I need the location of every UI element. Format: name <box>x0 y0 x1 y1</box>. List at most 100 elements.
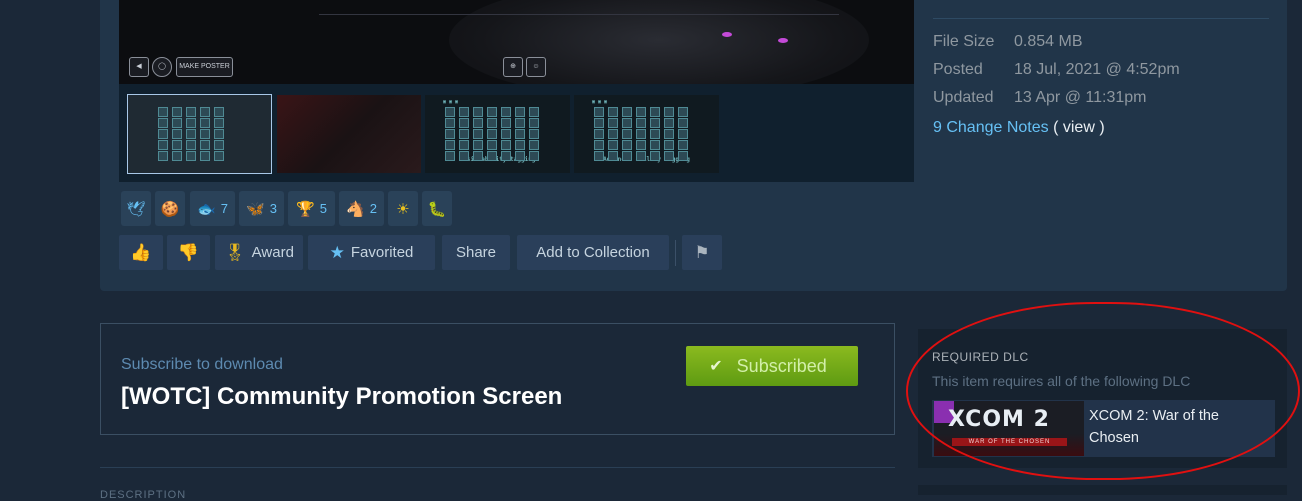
ability-slot <box>501 129 511 139</box>
video-horizon <box>319 14 839 15</box>
posted-row: Posted 18 Jul, 2021 @ 4:52pm <box>933 56 1180 84</box>
trophy-award-icon: 🏆 <box>296 200 315 218</box>
favorite-star-icon: ★ <box>329 242 345 262</box>
ability-slot <box>487 151 497 161</box>
ability-slot <box>487 140 497 150</box>
award-wings[interactable]: 🦋 3 <box>239 191 284 226</box>
ability-slot <box>608 151 618 161</box>
add-user-icon[interactable]: ⊕ <box>503 57 523 77</box>
ability-slot <box>622 118 632 128</box>
ability-slot <box>186 107 196 117</box>
award-button[interactable]: 🎖 Award <box>215 235 303 270</box>
ability-slot <box>445 118 455 128</box>
ability-slot <box>186 151 196 161</box>
favorited-button[interactable]: ★ Favorited <box>308 235 435 270</box>
file-size-row: File Size 0.854 MB <box>933 28 1180 56</box>
ability-slot <box>172 118 182 128</box>
ability-slot <box>487 107 497 117</box>
award-count: 7 <box>220 201 228 216</box>
ability-slot <box>664 129 674 139</box>
worm-award-icon: 🐛 <box>427 200 447 218</box>
ability-slot <box>636 118 646 128</box>
subscribe-label: Subscribe to download <box>121 356 283 373</box>
thumbs-up-icon: 👍 <box>130 242 152 262</box>
share-button[interactable]: Share <box>442 235 510 270</box>
ability-slot <box>608 140 618 150</box>
next-panel <box>918 485 1287 495</box>
ability-slot <box>445 140 455 150</box>
ability-slot <box>650 129 660 139</box>
ability-slot <box>186 129 196 139</box>
posted-label: Posted <box>933 61 983 78</box>
thumbnail-2[interactable] <box>277 95 421 173</box>
report-button[interactable]: ⚑ <box>682 235 722 270</box>
thumbs-up-button[interactable]: 👍 <box>119 235 163 270</box>
subscribed-button[interactable]: ✔ Subscribed <box>686 346 858 386</box>
award-fish[interactable]: 🐟 7 <box>190 191 235 226</box>
award-trophy[interactable]: 🏆 5 <box>288 191 335 226</box>
ability-slot <box>608 107 618 117</box>
change-notes-link[interactable]: 9 Change Notes <box>933 119 1049 136</box>
thumbnail-3[interactable]: ▣ ▣ ▣ Basic ability tagging <box>425 95 570 173</box>
ability-slot <box>172 151 182 161</box>
ability-slot <box>515 129 525 139</box>
ability-slot <box>608 118 618 128</box>
ability-slot <box>214 118 224 128</box>
ability-slot <box>473 129 483 139</box>
award-cookie[interactable]: 🍪 <box>155 191 185 226</box>
ability-slot <box>650 107 660 117</box>
ability-slot <box>650 151 660 161</box>
ability-slot <box>594 151 604 161</box>
ability-slot <box>158 107 168 117</box>
ability-slot <box>445 151 455 161</box>
award-sun[interactable]: ☀ <box>388 191 418 226</box>
add-to-collection-button[interactable]: Add to Collection <box>517 235 669 270</box>
ability-slot <box>664 151 674 161</box>
favorited-button-label: Favorited <box>350 244 414 261</box>
ability-slot <box>515 151 525 161</box>
thumbnail-1[interactable] <box>127 94 272 174</box>
ability-slot <box>529 129 539 139</box>
ability-slot <box>158 129 168 139</box>
ability-slot <box>459 151 469 161</box>
ability-slot <box>172 129 182 139</box>
view-link[interactable]: ( view ) <box>1053 119 1105 136</box>
ability-slot <box>501 140 511 150</box>
award-horse[interactable]: 🐴 2 <box>339 191 384 226</box>
ability-slot <box>636 151 646 161</box>
thumbs-down-button[interactable]: 👎 <box>167 235 210 270</box>
award-ribbon-icon: 🎖 <box>224 242 246 262</box>
file-size-label: File Size <box>933 33 995 50</box>
ability-slot <box>678 107 688 117</box>
ability-slot <box>594 118 604 128</box>
ability-slot <box>529 151 539 161</box>
award-count: 2 <box>369 201 377 216</box>
prev-icon[interactable]: ◀ <box>129 57 149 77</box>
make-poster-button[interactable]: MAKE POSTER <box>176 57 233 77</box>
ability-slot <box>214 107 224 117</box>
ability-slot <box>664 118 674 128</box>
award-dove[interactable]: 🕊 <box>121 191 151 226</box>
users-icon[interactable]: ☺ <box>526 57 546 77</box>
ability-slot <box>650 118 660 128</box>
video-light <box>722 32 732 37</box>
ability-slot <box>445 129 455 139</box>
award-count: 5 <box>319 201 327 216</box>
annotation-circle <box>906 302 1300 480</box>
ability-slot <box>529 140 539 150</box>
updated-label: Updated <box>933 89 994 106</box>
ability-slot <box>594 140 604 150</box>
ability-slot <box>529 107 539 117</box>
thumbnail-4[interactable]: ▣ ▣ ▣ Advanced ability tagging <box>574 95 719 173</box>
ability-slot <box>501 151 511 161</box>
flag-icon: ⚑ <box>694 242 710 262</box>
award-worm[interactable]: 🐛 <box>422 191 452 226</box>
ability-slot <box>200 129 210 139</box>
ability-slot <box>445 107 455 117</box>
change-notes-row: 9 Change Notes ( view ) <box>933 114 1180 142</box>
ability-slot <box>515 107 525 117</box>
record-icon[interactable]: ◯ <box>152 57 172 77</box>
item-title: [WOTC] Community Promotion Screen <box>121 383 563 410</box>
button-divider <box>675 240 676 266</box>
clap-award-icon: 🍪 <box>160 200 180 218</box>
